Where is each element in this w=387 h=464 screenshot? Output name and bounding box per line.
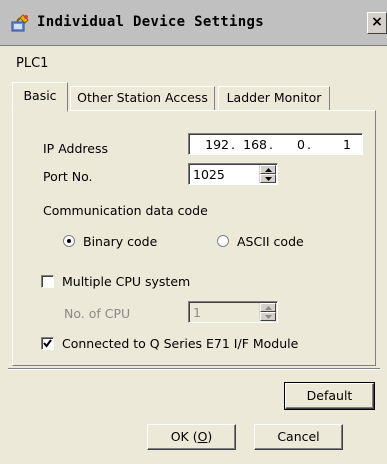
default-button[interactable]: Default (284, 382, 375, 410)
multiple-cpu-checkbox[interactable] (41, 275, 54, 288)
num-cpu-spin-down-button[interactable] (260, 312, 276, 321)
port-value: 1025 (193, 167, 225, 182)
arrow-up-icon (265, 168, 272, 172)
tab-ladder-monitor[interactable]: Ladder Monitor (218, 86, 330, 110)
cancel-button[interactable]: Cancel (254, 424, 343, 450)
num-cpu-spinner[interactable] (259, 303, 276, 321)
window-title: Individual Device Settings (37, 14, 264, 30)
title-bar[interactable]: Individual Device Settings × (0, 0, 387, 46)
ok-label-suffix: ) (207, 429, 213, 444)
radio-selected-dot (67, 239, 71, 243)
ascii-code-radio[interactable] (217, 235, 229, 247)
ok-mnemonic: O (197, 429, 208, 444)
checkmark-icon (43, 339, 52, 348)
binary-code-radio[interactable] (63, 235, 75, 247)
ip-octet-1: 192 (205, 137, 229, 152)
ip-octet-2: 168 (243, 137, 267, 152)
binary-code-label[interactable]: Binary code (83, 234, 157, 249)
port-spinner[interactable] (259, 165, 276, 183)
q-series-e71-label[interactable]: Connected to Q Series E71 I/F Module (62, 336, 298, 351)
tab-other-station-access[interactable]: Other Station Access (70, 86, 215, 110)
dialog-window: Individual Device Settings × PLC1 Basic … (0, 0, 387, 464)
port-spin-down-button[interactable] (260, 174, 276, 183)
port-label: Port No. (43, 169, 93, 184)
ip-address-label: IP Address (43, 141, 108, 156)
comm-code-label: Communication data code (43, 203, 208, 218)
ok-button[interactable]: OK (O) (147, 424, 236, 450)
ascii-code-label[interactable]: ASCII code (237, 234, 304, 249)
ip-octet-4: 1 (343, 137, 351, 152)
q-series-e71-checkbox[interactable] (41, 337, 54, 350)
ip-octet-3: 0 (297, 137, 305, 152)
tab-basic[interactable]: Basic (12, 82, 68, 112)
ip-address-field[interactable]: 192 . 168 . 0 . 1 (188, 133, 363, 155)
separator-line (8, 368, 380, 370)
device-settings-icon (11, 14, 29, 32)
num-cpu-field[interactable]: 1 (188, 301, 278, 323)
port-spin-up-button[interactable] (260, 165, 276, 174)
multiple-cpu-label[interactable]: Multiple CPU system (62, 274, 190, 289)
num-cpu-value: 1 (193, 305, 201, 320)
arrow-down-icon (265, 315, 272, 319)
arrow-up-icon (265, 306, 272, 310)
device-name-label: PLC1 (16, 56, 49, 71)
arrow-down-icon (265, 177, 272, 181)
num-cpu-label: No. of CPU (64, 306, 131, 321)
port-field[interactable]: 1025 (188, 163, 278, 185)
ok-label-prefix: OK ( (170, 429, 198, 444)
num-cpu-spin-up-button[interactable] (260, 303, 276, 312)
basic-tab-panel: IP Address 192 . 168 . 0 . 1 Port No. 10… (12, 110, 376, 366)
close-button[interactable]: × (367, 12, 387, 34)
